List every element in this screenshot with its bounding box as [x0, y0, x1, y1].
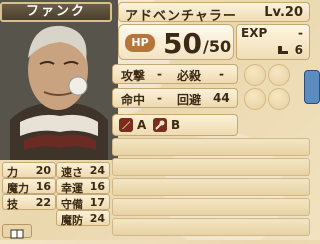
stat-skl: 技 22 — [2, 194, 56, 211]
class-name: アドベンチャラー — [125, 9, 237, 24]
stat-value: 24 — [89, 164, 105, 177]
character-portrait: ファンク — [0, 0, 118, 160]
stat-label: 魔防 — [61, 214, 83, 227]
item-slot-2[interactable] — [112, 158, 310, 176]
sword-icon — [119, 118, 133, 132]
stat-mag: 魔力 16 — [2, 178, 56, 195]
level-label: Lv. — [264, 5, 285, 20]
class-level-bar: アドベンチャラー Lv.20 — [118, 2, 310, 24]
exp-box: EXP - 6 — [236, 24, 310, 60]
level: Lv.20 — [264, 5, 303, 20]
item-slot-1[interactable] — [112, 138, 310, 156]
sword-rank: A — [137, 118, 147, 132]
attack-label: 攻撃 — [121, 69, 146, 83]
hp-box: HP 50 /50 — [118, 24, 234, 60]
hit-label: 命中 — [121, 93, 146, 107]
crit-label: 必殺 — [177, 69, 202, 83]
skill-slot-3[interactable] — [244, 88, 266, 110]
boot-icon — [278, 46, 288, 54]
move-value: 6 — [294, 43, 303, 57]
stat-value: 16 — [89, 180, 105, 193]
stat-def: 守備 17 — [56, 194, 110, 211]
attack-value: - — [157, 67, 162, 81]
hp-current: 50 — [163, 27, 202, 60]
hit-value: - — [157, 91, 162, 105]
attack-crit-row: 攻撃 - 必殺 - — [112, 64, 238, 84]
item-slot-3[interactable] — [112, 178, 310, 196]
staff-rank: B — [171, 118, 181, 132]
hp-max: /50 — [203, 37, 232, 56]
book-button[interactable] — [2, 224, 32, 239]
weapon-rank-row: A B — [112, 114, 238, 136]
stat-res: 魔防 24 — [56, 210, 110, 227]
stat-value: 17 — [89, 196, 105, 209]
stat-str: 力 20 — [2, 162, 56, 179]
level-value: 20 — [284, 5, 303, 20]
stat-value: 24 — [89, 212, 105, 225]
exp-label: EXP — [241, 26, 268, 40]
avoid-label: 回避 — [177, 93, 202, 107]
stat-label: 技 — [7, 198, 18, 211]
stat-value: 20 — [35, 164, 51, 177]
hp-label: HP — [125, 34, 155, 52]
item-slot-5[interactable] — [112, 218, 310, 236]
unit-name: ファンク — [0, 2, 112, 22]
stat-spd: 速さ 24 — [56, 162, 110, 179]
skill-slot-2[interactable] — [268, 64, 290, 86]
item-slot-4[interactable] — [112, 198, 310, 216]
skill-slot-4[interactable] — [268, 88, 290, 110]
stat-value: 16 — [35, 180, 51, 193]
staff-icon — [153, 118, 167, 132]
hit-avoid-row: 命中 - 回避 44 — [112, 88, 238, 108]
book-icon — [10, 229, 24, 239]
portrait-image — [0, 0, 118, 160]
stat-lck: 幸運 16 — [56, 178, 110, 195]
skill-slot-1[interactable] — [244, 64, 266, 86]
side-tab-icon[interactable] — [304, 70, 320, 104]
avoid-value: 44 — [213, 91, 230, 105]
exp-value: - — [298, 26, 303, 40]
crit-value: - — [219, 67, 224, 81]
stat-value: 22 — [35, 196, 51, 209]
